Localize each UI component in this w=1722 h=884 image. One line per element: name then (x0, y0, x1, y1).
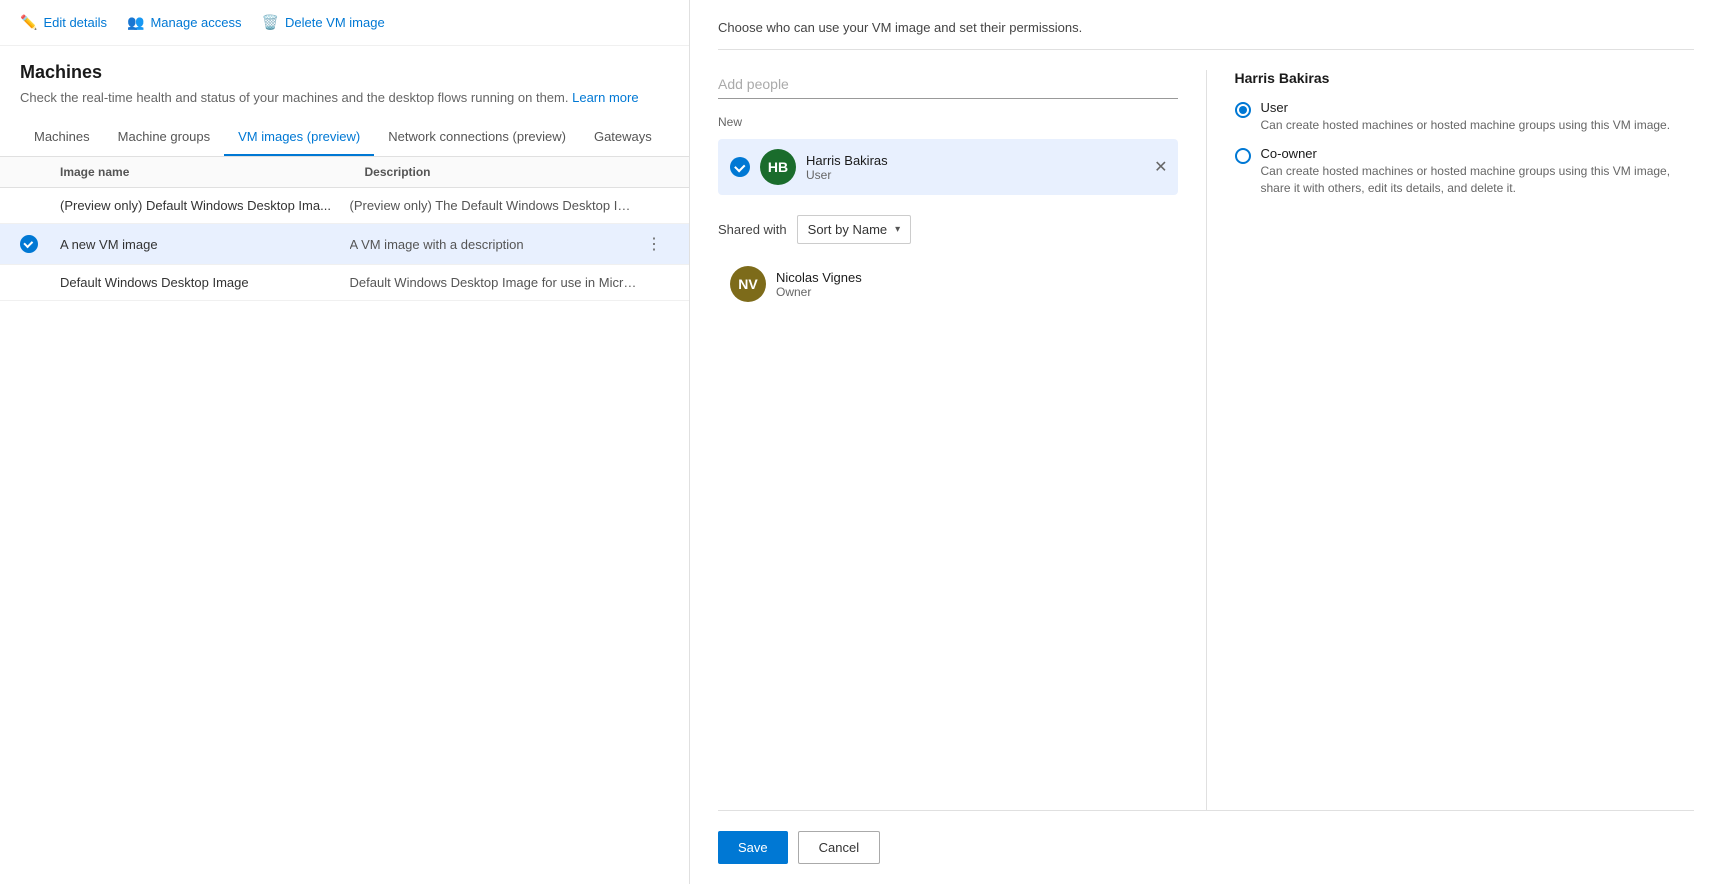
permission-panel: Harris Bakiras User Can create hosted ma… (1207, 70, 1695, 810)
permission-user-name: Harris Bakiras (1235, 70, 1695, 86)
page-header: Machines Check the real-time health and … (0, 46, 689, 107)
footer-buttons: Save Cancel (718, 810, 1694, 864)
radio-user-label: User (1261, 100, 1671, 115)
radio-coowner-circle[interactable] (1235, 148, 1251, 164)
row-actions-2[interactable]: ⋮ (639, 234, 669, 254)
new-section-label: New (718, 115, 1178, 129)
manage-access-button[interactable]: 👥 Manage access (127, 14, 242, 31)
row-name-1: (Preview only) Default Windows Desktop I… (60, 198, 350, 213)
share-left: New HB Harris Bakiras User ✕ Shared with… (718, 70, 1207, 810)
delete-icon: 🗑️ (262, 14, 279, 31)
edit-details-button[interactable]: ✏️ Edit details (20, 14, 107, 31)
table-row[interactable]: (Preview only) Default Windows Desktop I… (0, 188, 689, 224)
add-people-input[interactable] (718, 70, 1178, 99)
row-name-2: A new VM image (60, 237, 350, 252)
shared-user-name: Nicolas Vignes (776, 270, 1166, 285)
radio-coowner-label: Co-owner (1261, 146, 1695, 161)
avatar-nv: NV (730, 266, 766, 302)
sort-label: Sort by Name (808, 222, 887, 237)
delete-vm-button[interactable]: 🗑️ Delete VM image (262, 14, 385, 31)
new-user-info: Harris Bakiras User (806, 153, 1166, 182)
row-desc-1: (Preview only) The Default Windows Deskt… (350, 198, 640, 213)
right-panel: Choose who can use your VM image and set… (690, 0, 1722, 884)
page-title: Machines (20, 62, 669, 83)
selected-check-icon (730, 157, 750, 177)
new-user-name: Harris Bakiras (806, 153, 1166, 168)
header-checkbox-col (20, 165, 60, 179)
radio-item-user[interactable]: User Can create hosted machines or hoste… (1235, 100, 1695, 134)
nav-tabs: Machines Machine groups VM images (previ… (0, 119, 689, 157)
left-panel: ✏️ Edit details 👥 Manage access 🗑️ Delet… (0, 0, 690, 884)
checkbox-checked-icon (20, 235, 38, 253)
radio-coowner-desc: Can create hosted machines or hosted mac… (1261, 163, 1695, 197)
radio-user-circle[interactable] (1235, 102, 1251, 118)
shared-with-row: Shared with Sort by Name ▾ (718, 215, 1178, 244)
share-content: New HB Harris Bakiras User ✕ Shared with… (718, 70, 1694, 810)
new-user-role: User (806, 168, 1166, 182)
cancel-button[interactable]: Cancel (798, 831, 880, 864)
tab-network-connections[interactable]: Network connections (preview) (374, 119, 580, 156)
save-button[interactable]: Save (718, 831, 788, 864)
radio-user-content: User Can create hosted machines or hoste… (1261, 100, 1671, 134)
header-image-name: Image name (60, 165, 365, 179)
tab-machines[interactable]: Machines (20, 119, 104, 156)
header-description: Description (365, 165, 670, 179)
row-desc-2: A VM image with a description (350, 237, 640, 252)
row-checkbox-2[interactable] (20, 235, 60, 253)
full-right-content: New HB Harris Bakiras User ✕ Shared with… (718, 70, 1694, 864)
table-header: Image name Description (0, 157, 689, 188)
radio-coowner-content: Co-owner Can create hosted machines or h… (1261, 146, 1695, 197)
shared-user-info: Nicolas Vignes Owner (776, 270, 1166, 299)
panel-instructions: Choose who can use your VM image and set… (718, 20, 1694, 50)
page-subtitle: Check the real-time health and status of… (20, 89, 669, 107)
table-body: (Preview only) Default Windows Desktop I… (0, 188, 689, 884)
edit-icon: ✏️ (20, 14, 37, 31)
more-options-icon[interactable]: ⋮ (646, 234, 662, 254)
close-user-icon[interactable]: ✕ (1154, 157, 1167, 177)
tab-gateways[interactable]: Gateways (580, 119, 666, 156)
sort-dropdown[interactable]: Sort by Name ▾ (797, 215, 912, 244)
people-icon: 👥 (127, 14, 144, 31)
radio-item-coowner[interactable]: Co-owner Can create hosted machines or h… (1235, 146, 1695, 197)
row-desc-3: Default Windows Desktop Image for use in… (350, 275, 640, 290)
shared-with-label: Shared with (718, 222, 787, 237)
chevron-down-icon: ▾ (895, 224, 900, 235)
learn-more-link[interactable]: Learn more (572, 90, 638, 105)
row-name-3: Default Windows Desktop Image (60, 275, 350, 290)
shared-user-role: Owner (776, 285, 1166, 299)
table-row[interactable]: Default Windows Desktop Image Default Wi… (0, 265, 689, 301)
tab-machine-groups[interactable]: Machine groups (104, 119, 225, 156)
radio-user-desc: Can create hosted machines or hosted mac… (1261, 117, 1671, 134)
radio-group: User Can create hosted machines or hoste… (1235, 100, 1695, 196)
new-user-item[interactable]: HB Harris Bakiras User ✕ (718, 139, 1178, 195)
toolbar: ✏️ Edit details 👥 Manage access 🗑️ Delet… (0, 0, 689, 46)
table-row[interactable]: A new VM image A VM image with a descrip… (0, 224, 689, 265)
shared-user-item[interactable]: NV Nicolas Vignes Owner (718, 256, 1178, 312)
avatar-hb: HB (760, 149, 796, 185)
tab-vm-images[interactable]: VM images (preview) (224, 119, 374, 156)
